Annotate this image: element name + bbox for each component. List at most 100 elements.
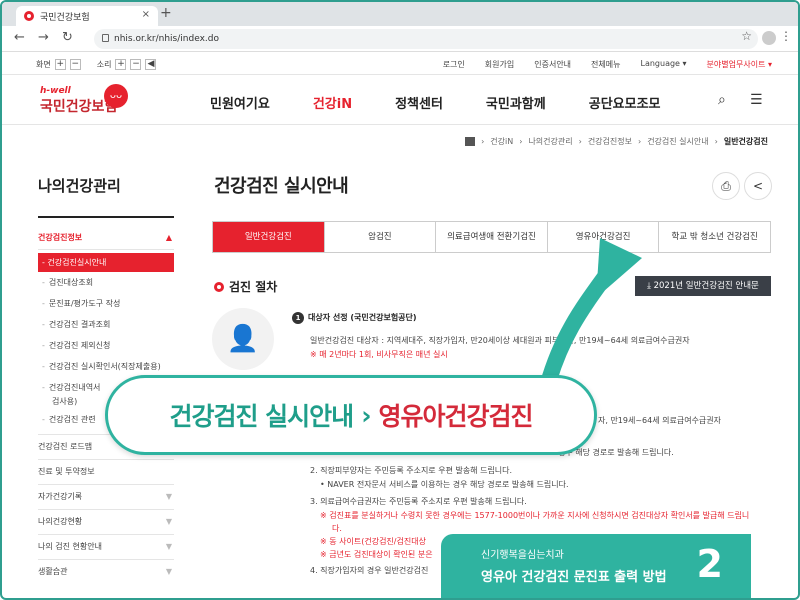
tab-cancer-checkup[interactable]: 암검진 bbox=[325, 222, 437, 252]
tab-general-checkup[interactable]: 일반건강검진 bbox=[213, 222, 325, 252]
sidebar-item-label: 자가건강기록 bbox=[38, 492, 83, 501]
search-icon[interactable]: ⌕ bbox=[718, 92, 726, 108]
login-link[interactable]: 로그인 bbox=[443, 59, 465, 70]
sidebar-sub-label: 건강검진 제외신청 bbox=[48, 341, 111, 350]
reload-icon[interactable]: ↻ bbox=[62, 30, 73, 45]
tab-infant-checkup[interactable]: 영유아건강검진 bbox=[548, 222, 660, 252]
sidebar-sub-label: 검진대상조회 bbox=[48, 278, 94, 287]
badge-number: 2 bbox=[696, 542, 723, 586]
tab-transition-checkup[interactable]: 의료급여생애 전환기검진 bbox=[436, 222, 548, 252]
browser-menu-icon[interactable]: ⋮ bbox=[780, 29, 792, 43]
sidebar-section-health-check[interactable]: 건강검진정보 ▲ bbox=[38, 226, 174, 250]
breadcrumb-sep: › bbox=[519, 137, 523, 146]
nav-item-health-in[interactable]: 건강iN bbox=[313, 93, 352, 112]
section-title: 검진 절차 bbox=[229, 280, 278, 294]
breadcrumb-sep: › bbox=[481, 137, 485, 146]
step1-line: 일반건강검진 대상자 : 지역세대주, 직장가입자, 만20세이상 세대원과 피… bbox=[310, 336, 690, 345]
utility-bar: 화면 + − 소리 + − ◀ 로그인 회원가입 인증서안내 전체메뉴 Lang… bbox=[2, 57, 798, 73]
breadcrumb-item[interactable]: 건강검진정보 bbox=[588, 136, 632, 147]
nav-item-policy[interactable]: 정책센터 bbox=[395, 93, 443, 112]
download-guide-button[interactable]: ⤓ 2021년 일반건강검진 안내문 bbox=[635, 276, 771, 296]
bullet: - bbox=[42, 278, 45, 287]
sidebar-item-self-record[interactable]: 자가건강기록 ▼ bbox=[38, 484, 174, 509]
new-tab-button[interactable]: + bbox=[160, 5, 172, 21]
sidebar-sub-label: 건강검진 결과조회 bbox=[48, 320, 111, 329]
tab-youth-checkup[interactable]: 학교 밖 청소년 건강검진 bbox=[659, 222, 770, 252]
address-bar-row: ← → ↻ nhis.or.kr/nhis/index.do ☆ ⋮ bbox=[2, 26, 798, 52]
badge-subtitle: 신기행복을심는치과 bbox=[481, 550, 564, 561]
sidebar-item-checkup-status[interactable]: 나의 검진 현황안내 ▼ bbox=[38, 534, 174, 559]
breadcrumb-sep: › bbox=[714, 137, 718, 146]
forward-icon[interactable]: → bbox=[38, 30, 49, 45]
banner-path-part1: 건강검진 실시안내 bbox=[169, 402, 354, 431]
screen-plus-button[interactable]: + bbox=[54, 59, 66, 70]
sidebar-sub-item[interactable]: - 건강검진 실시확인서(직장제출용) bbox=[38, 356, 174, 377]
breadcrumb-current: 일반건강검진 bbox=[723, 137, 768, 146]
all-menu-link[interactable]: 전체메뉴 bbox=[591, 59, 620, 70]
breadcrumb-sep: › bbox=[578, 137, 582, 146]
home-icon[interactable] bbox=[465, 137, 476, 146]
sidebar-sub-label: 건강검진 관련 bbox=[48, 415, 96, 424]
body-note: ※ 동 사이트(건강검진/검진대상 bbox=[320, 537, 426, 546]
sound-plus-button[interactable]: + bbox=[115, 59, 127, 70]
close-tab-icon[interactable]: × bbox=[142, 9, 150, 20]
sidebar-sub-item[interactable]: - 검진대상조회 bbox=[38, 272, 174, 293]
speaker-icon[interactable]: ◀ bbox=[145, 59, 157, 70]
sidebar-item-label: 생활습관 bbox=[38, 567, 68, 576]
print-button[interactable]: ⎙ bbox=[712, 172, 740, 200]
sidebar-item-label: 나의건강현황 bbox=[38, 517, 83, 526]
page-title: 건강검진 실시안내 bbox=[214, 176, 349, 197]
sidebar-sub-item[interactable]: - 건강검진 제외신청 bbox=[38, 335, 174, 356]
breadcrumb-item[interactable]: 나의건강관리 bbox=[528, 136, 572, 147]
step-badge: 신기행복을심는치과 영유아 건강검진 문진표 출력 방법 2 bbox=[441, 534, 751, 598]
cert-link[interactable]: 인증서안내 bbox=[534, 59, 571, 70]
main-nav: 민원여기요 건강iN 정책센터 국민과함께 공단요모조모 bbox=[210, 93, 704, 112]
lock-icon bbox=[102, 34, 109, 42]
caret-down-icon: ▼ bbox=[165, 567, 172, 576]
breadcrumb-item[interactable]: 건강검진 실시안내 bbox=[647, 136, 708, 147]
sound-minus-button[interactable]: − bbox=[130, 59, 142, 70]
hamburger-menu-icon[interactable]: ☰ bbox=[750, 92, 763, 108]
bullet: - bbox=[42, 362, 45, 371]
site-link[interactable]: 분야별업무사이트 ▾ bbox=[707, 59, 772, 70]
nhis-logo[interactable]: h-well 국민건강보험 ᴗᴗ bbox=[40, 84, 128, 116]
breadcrumb-item[interactable]: 건강iN bbox=[490, 136, 513, 147]
caret-down-icon: ▼ bbox=[165, 517, 172, 526]
body-text: • NAVER 전자문서 서비스를 이용하는 경우 해당 경로로 발송해 드립니… bbox=[320, 480, 569, 489]
step1-title-text: 대상자 선정 (국민건강보험공단) bbox=[308, 313, 417, 322]
language-select[interactable]: Language ▾ bbox=[641, 59, 687, 70]
bullet: - bbox=[42, 341, 45, 350]
sidebar-item-treatment[interactable]: 진료 및 투약정보 bbox=[38, 459, 174, 484]
checkup-tabs: 일반건강검진 암검진 의료급여생애 전환기검진 영유아건강검진 학교 밖 청소년… bbox=[212, 221, 771, 253]
sidebar-sub-item[interactable]: - 건강검진 결과조회 bbox=[38, 314, 174, 335]
body-text: 2. 직장피부양자는 주민등록 주소지로 우편 발송해 드립니다. bbox=[310, 466, 513, 475]
sidebar-item-active[interactable]: - 건강검진실시안내 bbox=[38, 253, 174, 272]
bullet: - bbox=[42, 320, 45, 329]
screen-minus-button[interactable]: − bbox=[69, 59, 81, 70]
bookmark-star-icon[interactable]: ☆ bbox=[741, 29, 752, 43]
sidebar-sub-item[interactable]: - 문진표/평가도구 작성 bbox=[38, 293, 174, 314]
url-input[interactable]: nhis.or.kr/nhis/index.do bbox=[94, 29, 758, 49]
person-icon: 👤 bbox=[212, 308, 274, 370]
favicon-icon bbox=[24, 11, 34, 21]
signup-link[interactable]: 회원가입 bbox=[485, 59, 514, 70]
bullet: - bbox=[42, 299, 45, 308]
share-button[interactable]: < bbox=[744, 172, 772, 200]
nav-item-about[interactable]: 공단요모조모 bbox=[589, 93, 661, 112]
browser-tab[interactable]: 국민건강보험 × bbox=[16, 6, 158, 26]
sidebar-item-lifestyle[interactable]: 생활습관 ▼ bbox=[38, 559, 174, 584]
sidebar-item-label: 진료 및 투약정보 bbox=[38, 467, 95, 476]
sidebar-sub-label: 건강검진 실시확인서(직장제출용) bbox=[48, 362, 161, 371]
step1-title: 1 대상자 선정 (국민건강보험공단) bbox=[292, 312, 417, 324]
back-icon[interactable]: ← bbox=[14, 30, 25, 45]
bullet: - bbox=[42, 415, 45, 424]
profile-avatar[interactable] bbox=[762, 31, 776, 45]
nav-item-together[interactable]: 국민과함께 bbox=[486, 93, 546, 112]
badge-title: 영유아 건강검진 문진표 출력 방법 bbox=[481, 570, 667, 585]
caret-down-icon: ▼ bbox=[165, 492, 172, 501]
nav-item-minwon[interactable]: 민원여기요 bbox=[210, 93, 270, 112]
sidebar-item-my-health[interactable]: 나의건강현황 ▼ bbox=[38, 509, 174, 534]
step-number-badge: 1 bbox=[292, 312, 304, 324]
url-text: nhis.or.kr/nhis/index.do bbox=[114, 34, 219, 44]
body-note: 다. bbox=[332, 524, 342, 533]
